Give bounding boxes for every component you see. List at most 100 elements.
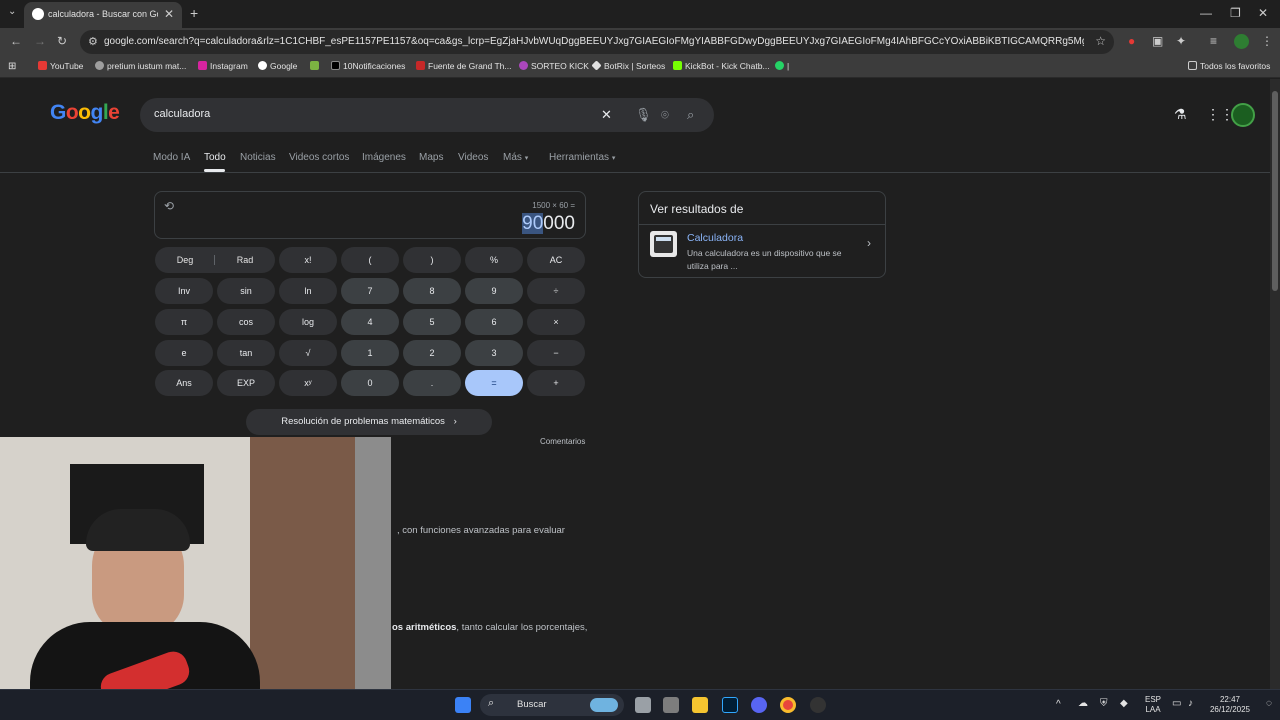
tray-overflow-icon[interactable]: ^	[1056, 700, 1061, 710]
extensions-puzzle-icon[interactable]: ✦	[1176, 34, 1186, 48]
close-window-icon[interactable]: ✕	[1258, 6, 1268, 20]
language-indicator[interactable]: ESP LAA	[1142, 695, 1164, 715]
percent-button[interactable]: %	[465, 247, 523, 273]
deg-button[interactable]: Deg	[155, 247, 215, 273]
address-bar[interactable]: ⚙ google.com/search?q=calculadora&rlz=1C…	[80, 30, 1114, 54]
photoshop-icon[interactable]	[722, 697, 738, 713]
tab-todo[interactable]: Todo	[204, 152, 226, 163]
search-box[interactable]: calculadora ✕ 🎙 ⌾ ⌕	[140, 98, 714, 132]
chevron-right-icon[interactable]: ›	[867, 236, 871, 250]
equals-button[interactable]: =	[465, 370, 523, 396]
bookmark-kickbot[interactable]: KickBot - Kick Chatb...	[673, 61, 770, 71]
bookmark-fuente[interactable]: Fuente de Grand Th...	[416, 61, 511, 71]
tab-herramientas[interactable]: Herramientas ▾	[549, 152, 615, 163]
bookmark-extension[interactable]	[310, 61, 322, 71]
bookmark-star-icon[interactable]: ☆	[1095, 34, 1106, 48]
profile-avatar[interactable]	[1234, 34, 1249, 49]
clock[interactable]: 22:47 26/12/2025	[1206, 695, 1254, 715]
digit-4-button[interactable]: 4	[341, 309, 399, 335]
plus-button[interactable]: +	[527, 370, 585, 396]
new-tab-button[interactable]: +	[190, 5, 198, 21]
digit-6-button[interactable]: 6	[465, 309, 523, 335]
google-logo[interactable]: Google	[50, 101, 120, 125]
file-explorer-icon[interactable]	[692, 697, 708, 713]
search-icon[interactable]: ⌕	[687, 107, 694, 123]
minus-button[interactable]: −	[527, 340, 585, 366]
digit-8-button[interactable]: 8	[403, 278, 461, 304]
calculator-thumbnail[interactable]	[650, 231, 677, 257]
bookmark-sorteo-kick[interactable]: SORTEO KICK	[519, 61, 589, 71]
page-scrollbar[interactable]	[1270, 79, 1280, 689]
multiply-button[interactable]: ×	[527, 309, 585, 335]
browser-tab[interactable]: calculadora - Buscar con Googl ✕	[24, 2, 182, 28]
exp-button[interactable]: EXP	[217, 370, 275, 396]
search-input[interactable]: calculadora	[154, 108, 210, 120]
bookmark-pretium[interactable]: pretium iustum mat...	[95, 61, 186, 71]
all-clear-button[interactable]: AC	[527, 247, 585, 273]
extension-icon[interactable]: ▣	[1152, 34, 1163, 48]
digit-5-button[interactable]: 5	[403, 309, 461, 335]
power-button[interactable]: xʸ	[279, 370, 337, 396]
apps-grid-icon[interactable]: ⋮⋮	[1206, 106, 1234, 123]
windows-start-icon[interactable]	[455, 697, 471, 713]
tab-videos[interactable]: Videos	[458, 152, 488, 163]
close-paren-button[interactable]: )	[403, 247, 461, 273]
math-solver-button[interactable]: Resolución de problemas matemáticos ›	[246, 409, 492, 435]
microphone-icon[interactable]: 🎙	[635, 107, 652, 123]
tab-maps[interactable]: Maps	[419, 152, 443, 163]
close-tab-icon[interactable]: ✕	[164, 7, 174, 21]
tab-modo-ia[interactable]: Modo IA	[153, 152, 190, 163]
taskbar-search[interactable]: ⌕ Buscar	[480, 694, 624, 716]
tray-app-icon[interactable]: ◆	[1120, 699, 1128, 709]
bookmark-10notificaciones[interactable]: 10Notificaciones	[331, 61, 405, 71]
bookmark-botrix[interactable]: BotRix | Sorteos	[591, 60, 665, 71]
bookmark-whatsapp[interactable]: |	[775, 61, 789, 71]
digit-2-button[interactable]: 2	[403, 340, 461, 366]
back-icon[interactable]: ←	[10, 34, 22, 48]
digit-3-button[interactable]: 3	[465, 340, 523, 366]
ans-button[interactable]: Ans	[155, 370, 213, 396]
sin-button[interactable]: sin	[217, 278, 275, 304]
notifications-icon[interactable]: ◌	[1266, 699, 1272, 709]
extension-red-icon[interactable]: ●	[1128, 34, 1135, 48]
tab-imagenes[interactable]: Imágenes	[362, 152, 406, 163]
scrollbar-thumb[interactable]	[1272, 91, 1278, 291]
account-avatar[interactable]	[1231, 103, 1255, 127]
media-control-icon[interactable]: ≡	[1210, 34, 1217, 48]
obs-icon[interactable]	[810, 697, 826, 713]
bookmark-instagram[interactable]: Instagram	[198, 61, 248, 71]
pi-button[interactable]: π	[155, 309, 213, 335]
clear-icon[interactable]: ✕	[601, 107, 612, 123]
digit-9-button[interactable]: 9	[465, 278, 523, 304]
app-icon[interactable]	[663, 697, 679, 713]
discord-icon[interactable]	[751, 697, 767, 713]
decimal-button[interactable]: .	[403, 370, 461, 396]
tab-noticias[interactable]: Noticias	[240, 152, 276, 163]
lens-icon[interactable]: ⌾	[661, 107, 669, 123]
digit-1-button[interactable]: 1	[341, 340, 399, 366]
tab-videos-cortos[interactable]: Videos cortos	[289, 152, 349, 163]
all-bookmarks[interactable]: Todos los favoritos	[1188, 61, 1270, 71]
apps-icon[interactable]: ⊞	[8, 61, 16, 72]
bookmark-google[interactable]: Google	[258, 61, 297, 71]
inv-button[interactable]: Inv	[155, 278, 213, 304]
log-button[interactable]: log	[279, 309, 337, 335]
history-icon[interactable]: ⟲	[164, 199, 174, 213]
defender-icon[interactable]: ⛨	[1100, 699, 1108, 709]
reload-icon[interactable]: ↻	[57, 34, 67, 48]
tab-search-icon[interactable]: ⌄	[8, 6, 16, 17]
sqrt-button[interactable]: √	[279, 340, 337, 366]
menu-kebab-icon[interactable]: ⋮	[1261, 34, 1273, 48]
e-button[interactable]: e	[155, 340, 213, 366]
bookmark-youtube[interactable]: YouTube	[38, 61, 83, 71]
divide-button[interactable]: ÷	[527, 278, 585, 304]
ln-button[interactable]: ln	[279, 278, 337, 304]
onedrive-icon[interactable]: ☁	[1078, 699, 1088, 709]
feedback-link[interactable]: Comentarios	[540, 437, 585, 446]
tan-button[interactable]: tan	[217, 340, 275, 366]
digit-0-button[interactable]: 0	[341, 370, 399, 396]
labs-flask-icon[interactable]: ⚗	[1174, 106, 1187, 123]
forward-icon[interactable]: →	[34, 34, 46, 48]
deg-rad-toggle[interactable]: Deg Rad	[155, 247, 275, 273]
network-icon[interactable]: ▭	[1172, 699, 1181, 709]
